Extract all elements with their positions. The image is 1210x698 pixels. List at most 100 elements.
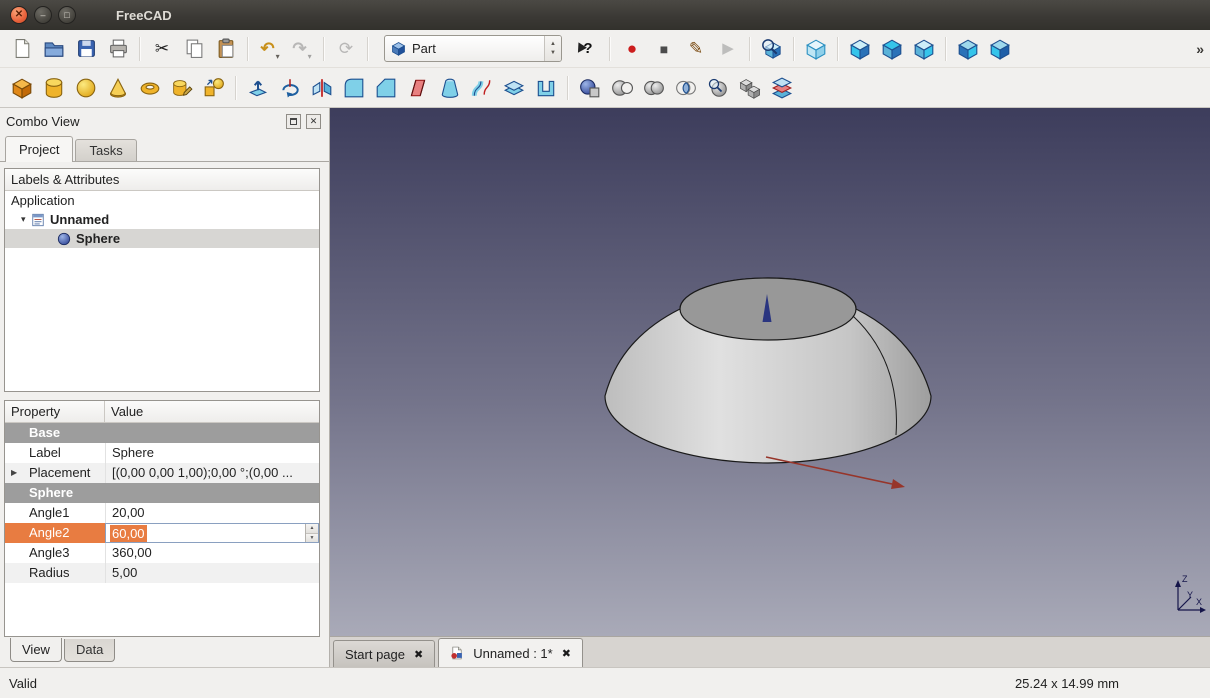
part-revolve-button[interactable] <box>274 73 306 103</box>
window-maximize-button[interactable]: □ <box>58 6 76 24</box>
part-fillet-button[interactable] <box>338 73 370 103</box>
property-editor: Property Value Base Label Sphere ▶ Place… <box>4 400 320 637</box>
part-primitives-button[interactable] <box>166 73 198 103</box>
part-loft-button[interactable] <box>434 73 466 103</box>
whats-this-button[interactable]: ? <box>572 34 604 64</box>
macro-stop-button[interactable]: ■ <box>648 34 680 64</box>
axonometric-view-button[interactable] <box>800 34 832 64</box>
3d-viewport[interactable]: Z Y X Start page ✖ Unnamed : 1* ✖ <box>330 108 1210 667</box>
part-primitives-icon <box>171 77 193 99</box>
refresh-button[interactable]: ⟳ <box>330 34 362 64</box>
toolbar-separator <box>567 76 569 100</box>
close-panel-button[interactable]: ✕ <box>306 114 321 129</box>
fit-all-button[interactable] <box>756 34 788 64</box>
part-union-button[interactable] <box>638 73 670 103</box>
property-value[interactable]: Sphere <box>105 443 319 463</box>
property-row-angle3[interactable]: Angle3 360,00 <box>5 543 319 563</box>
part-boolean-button[interactable] <box>574 73 606 103</box>
undo-dropdown-icon[interactable]: ▾ <box>276 52 280 64</box>
part-chamfer-button[interactable] <box>370 73 402 103</box>
part-torus-button[interactable] <box>134 73 166 103</box>
property-row-radius[interactable]: Radius 5,00 <box>5 563 319 583</box>
part-sweep-button[interactable] <box>466 73 498 103</box>
print-button[interactable] <box>102 34 134 64</box>
property-value[interactable]: [(0,00 0,00 1,00);0,00 °;(0,00 ... <box>105 463 319 483</box>
cut-button[interactable]: ✂ <box>146 34 178 64</box>
property-row-label[interactable]: Label Sphere <box>5 443 319 463</box>
part-ruled-surface-button[interactable] <box>402 73 434 103</box>
new-document-button[interactable] <box>6 34 38 64</box>
part-check-geometry-button[interactable] <box>702 73 734 103</box>
macro-execute-button[interactable]: ▶ <box>712 34 744 64</box>
property-row-angle1[interactable]: Angle1 20,00 <box>5 503 319 523</box>
tree-item-sphere[interactable]: Sphere <box>5 229 319 248</box>
part-box-button[interactable] <box>6 73 38 103</box>
property-row-angle2[interactable]: Angle2 60,00 ▲ ▼ <box>5 523 319 543</box>
tab-project[interactable]: Project <box>5 136 73 162</box>
column-value[interactable]: Value <box>105 401 319 422</box>
close-tab-icon[interactable]: ✖ <box>562 647 571 660</box>
tree-item-application[interactable]: Application <box>5 191 319 210</box>
spin-up-icon[interactable]: ▲ <box>306 524 318 534</box>
view-front-button[interactable] <box>844 34 876 64</box>
tab-document-unnamed[interactable]: Unnamed : 1* ✖ <box>438 638 583 667</box>
part-thickness-button[interactable] <box>530 73 562 103</box>
part-mirror-button[interactable] <box>306 73 338 103</box>
tab-start-page[interactable]: Start page ✖ <box>333 640 435 667</box>
tab-view[interactable]: View <box>10 638 62 662</box>
window-minimize-button[interactable]: – <box>34 6 52 24</box>
part-cone-button[interactable] <box>102 73 134 103</box>
part-extrude-button[interactable] <box>242 73 274 103</box>
3d-scene[interactable]: Z Y X <box>330 108 1210 636</box>
expander-open-icon[interactable]: ▾ <box>21 214 31 225</box>
view-right-button[interactable] <box>908 34 940 64</box>
open-document-button[interactable] <box>38 34 70 64</box>
tab-data[interactable]: Data <box>64 639 115 662</box>
workbench-selector[interactable]: Part ▲ ▼ <box>384 35 562 62</box>
property-value[interactable]: 20,00 <box>105 503 319 523</box>
macro-edit-button[interactable]: ✎ <box>680 34 712 64</box>
workbench-spinner[interactable]: ▲ ▼ <box>544 36 561 61</box>
view-top-button[interactable] <box>876 34 908 64</box>
paste-button[interactable] <box>210 34 242 64</box>
tab-data-label: Data <box>76 642 103 657</box>
part-cylinder-button[interactable] <box>38 73 70 103</box>
close-tab-icon[interactable]: ✖ <box>414 648 423 661</box>
angle2-value-text[interactable]: 60,00 <box>110 525 147 542</box>
column-property[interactable]: Property <box>5 401 105 422</box>
copy-button[interactable] <box>178 34 210 64</box>
expander-closed-icon[interactable]: ▶ <box>11 468 17 477</box>
part-common-button[interactable] <box>670 73 702 103</box>
float-panel-button[interactable] <box>286 114 301 129</box>
part-offset-button[interactable] <box>498 73 530 103</box>
main-area: Combo View ✕ Project Tasks Labels & Attr… <box>0 108 1210 667</box>
combo-view-panel: Combo View ✕ Project Tasks Labels & Attr… <box>0 108 330 667</box>
part-compound-button[interactable] <box>734 73 766 103</box>
tree-item-document[interactable]: ▾ Unnamed <box>5 210 319 229</box>
property-group-sphere[interactable]: Sphere <box>5 483 319 503</box>
view-left-button[interactable] <box>984 34 1016 64</box>
macro-record-button[interactable]: ● <box>616 34 648 64</box>
undo-button[interactable]: ↶ ▾ <box>254 34 286 64</box>
redo-dropdown-icon[interactable]: ▾ <box>308 52 312 64</box>
part-sphere-button[interactable] <box>70 73 102 103</box>
window-close-button[interactable]: ✕ <box>10 6 28 24</box>
property-value[interactable]: 5,00 <box>105 563 319 583</box>
tab-tasks[interactable]: Tasks <box>75 139 136 161</box>
property-row-placement[interactable]: ▶ Placement [(0,00 0,00 1,00);0,00 °;(0,… <box>5 463 319 483</box>
redo-button[interactable]: ↷ ▾ <box>286 34 318 64</box>
redo-icon: ↷ <box>292 40 306 57</box>
part-cut-button[interactable] <box>606 73 638 103</box>
toolbar-overflow-button[interactable]: » <box>1196 41 1204 57</box>
part-chamfer-icon <box>375 77 397 99</box>
property-group-base[interactable]: Base <box>5 423 319 443</box>
angle2-value-editor[interactable]: 60,00 ▲ ▼ <box>105 523 319 543</box>
part-shape-builder-button[interactable] <box>198 73 230 103</box>
panel-splitter[interactable] <box>0 392 329 400</box>
spin-down-icon[interactable]: ▼ <box>306 534 318 543</box>
save-button[interactable] <box>70 34 102 64</box>
property-value[interactable]: 360,00 <box>105 543 319 563</box>
angle2-spinner[interactable]: ▲ ▼ <box>305 524 318 542</box>
view-rear-button[interactable] <box>952 34 984 64</box>
part-cross-sections-button[interactable] <box>766 73 798 103</box>
